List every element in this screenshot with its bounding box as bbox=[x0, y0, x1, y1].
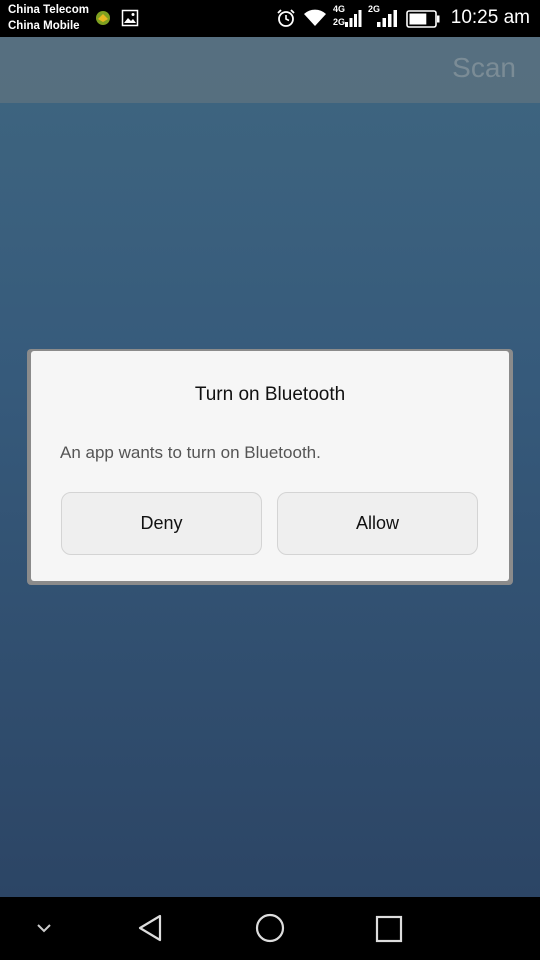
app-notification-icon bbox=[95, 10, 111, 31]
battery-icon bbox=[406, 10, 440, 33]
signal-icon bbox=[344, 8, 362, 33]
status-time: 10:25 am bbox=[450, 7, 530, 28]
carrier-2: China Mobile bbox=[8, 20, 80, 32]
allow-button[interactable]: Allow bbox=[277, 492, 478, 555]
status-bar: China Telecom China Mobile 4G 2G 2G 10:2… bbox=[0, 0, 540, 37]
wifi-icon bbox=[303, 8, 327, 33]
scan-button[interactable]: Scan bbox=[452, 52, 516, 84]
chevron-down-icon[interactable] bbox=[35, 921, 53, 940]
navigation-bar bbox=[0, 897, 540, 960]
image-icon bbox=[121, 9, 139, 32]
signal-icon bbox=[376, 8, 398, 33]
deny-button[interactable]: Deny bbox=[61, 492, 262, 555]
back-icon[interactable] bbox=[136, 913, 164, 948]
carrier-info: China Telecom China Mobile bbox=[8, 2, 89, 34]
carrier-1: China Telecom bbox=[8, 4, 89, 16]
screen: China Telecom China Mobile 4G 2G 2G 10:2… bbox=[0, 0, 540, 960]
dialog-title: Turn on Bluetooth bbox=[194, 384, 346, 405]
alarm-icon bbox=[276, 8, 296, 33]
dialog-message: An app wants to turn on Bluetooth. bbox=[60, 443, 321, 462]
home-icon[interactable] bbox=[254, 912, 286, 949]
recents-icon[interactable] bbox=[375, 915, 403, 948]
